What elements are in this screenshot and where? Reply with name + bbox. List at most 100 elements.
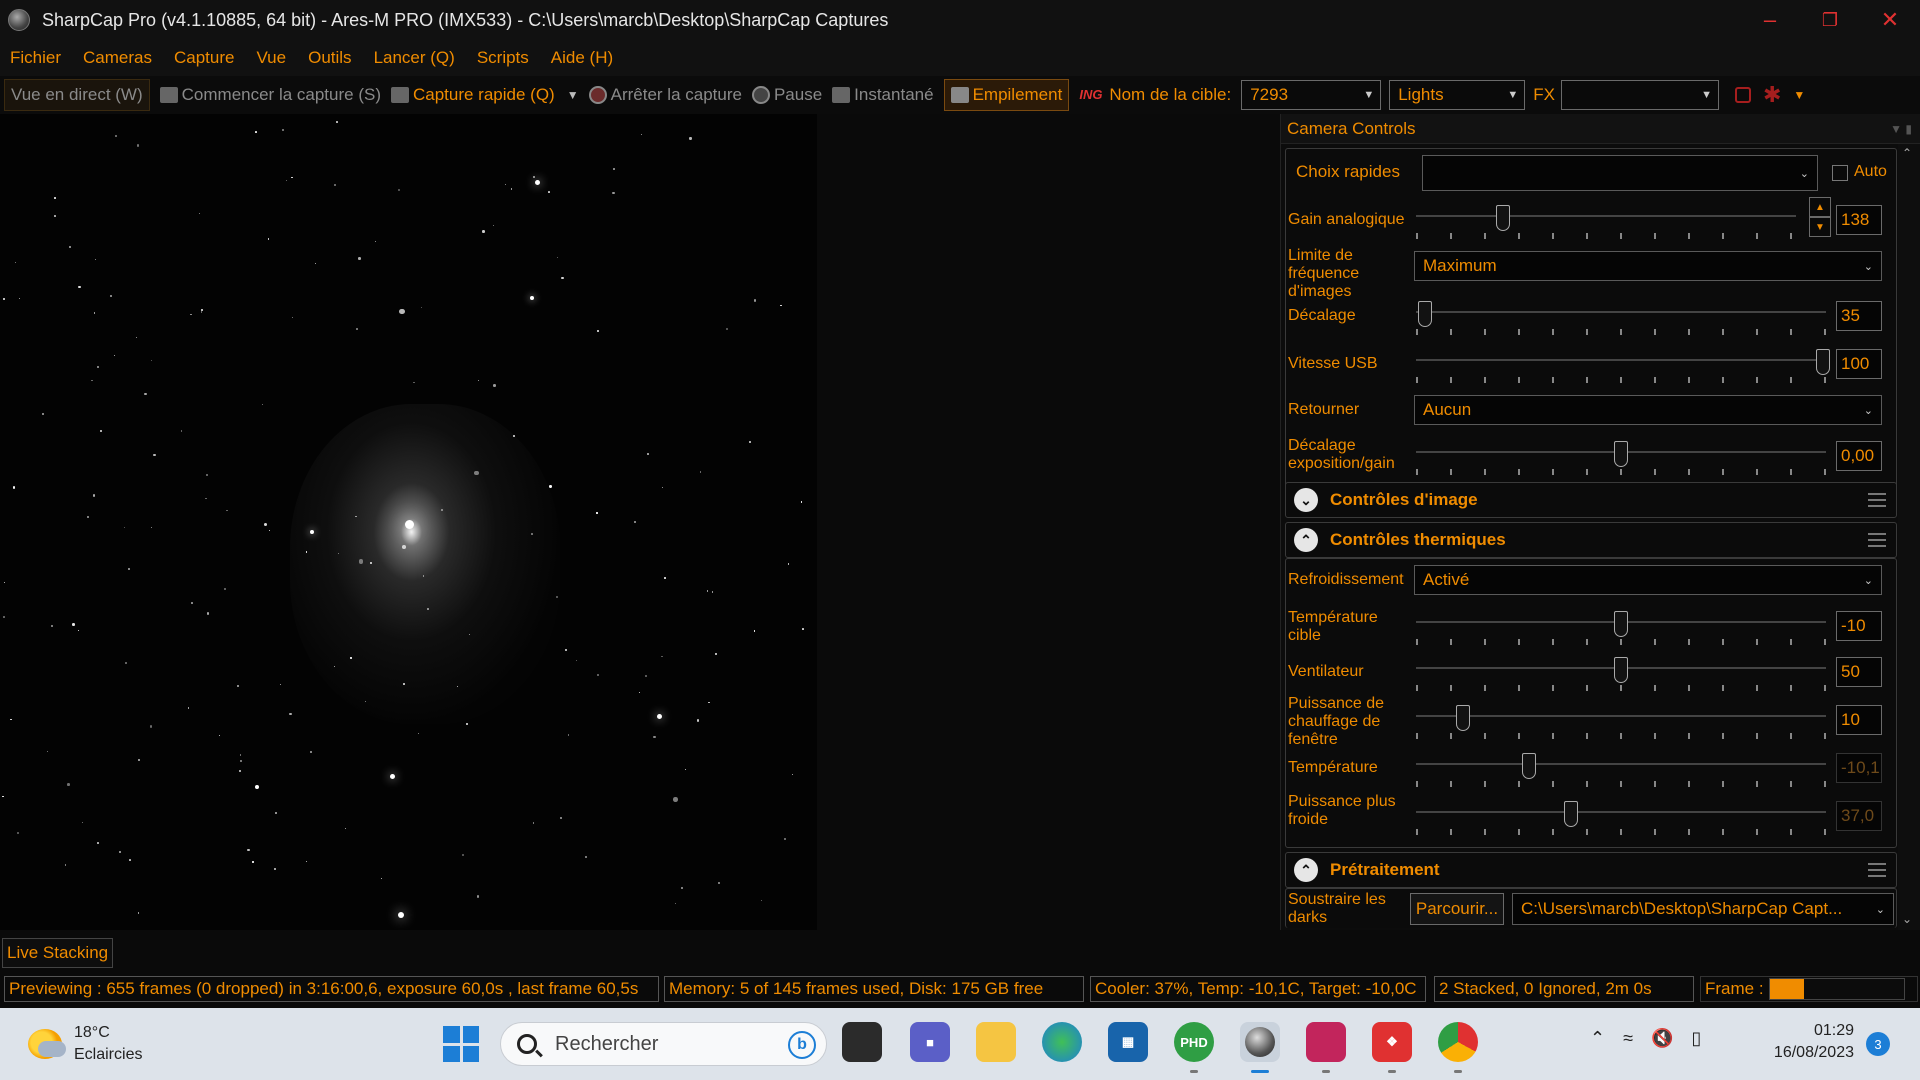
menu-capture[interactable]: Capture xyxy=(174,48,234,68)
pause-button[interactable]: Pause xyxy=(751,79,822,111)
darks-path-dropdown[interactable]: C:\Users\marcb\Desktop\SharpCap Capt... … xyxy=(1512,893,1894,925)
menu-scripts[interactable]: Scripts xyxy=(477,48,529,68)
thermal-controls-section-header[interactable]: ⌃ Contrôles thermiques xyxy=(1285,522,1897,558)
gain-slider-track[interactable] xyxy=(1416,215,1796,217)
quick-capture-button[interactable]: Capture rapide (Q) ▼ xyxy=(390,79,579,111)
stacking-button[interactable]: Empilement xyxy=(943,79,1070,111)
star xyxy=(149,725,153,728)
menu-lancer[interactable]: Lancer (Q) xyxy=(374,48,455,68)
minimize-button[interactable]: – xyxy=(1740,0,1800,40)
star xyxy=(91,379,93,382)
task-view-icon[interactable] xyxy=(842,1022,882,1062)
target-name-combo[interactable]: 7293 ▼ xyxy=(1241,80,1382,110)
phd2-guiding-icon[interactable]: PHD xyxy=(1174,1022,1214,1062)
record-icon[interactable] xyxy=(1734,87,1751,103)
speaker-muted-icon[interactable]: 🔇 xyxy=(1651,1028,1673,1049)
bing-icon[interactable]: b xyxy=(788,1031,816,1059)
live-stacking-tab[interactable]: Live Stacking xyxy=(2,938,114,968)
expand-icon[interactable]: ⌄ xyxy=(1294,488,1318,512)
target-temperature-value[interactable]: -10 xyxy=(1836,611,1882,641)
snapshot-button[interactable]: Instantané xyxy=(832,79,934,111)
chrome-browser-icon[interactable] xyxy=(1438,1022,1478,1062)
usb-speed-slider-track[interactable] xyxy=(1416,359,1826,361)
gain-decrement-button[interactable]: ▼ xyxy=(1809,217,1831,237)
microsoft-store-icon[interactable]: ▦ xyxy=(1108,1022,1148,1062)
windows-start-icon[interactable] xyxy=(443,1026,479,1062)
menu-fichier[interactable]: Fichier xyxy=(10,48,61,68)
restore-button[interactable]: ❐ xyxy=(1800,0,1860,40)
notification-badge[interactable]: 3 xyxy=(1866,1032,1890,1056)
gain-increment-button[interactable]: ▲ xyxy=(1809,197,1831,217)
battery-icon[interactable]: ▯ xyxy=(1691,1028,1701,1049)
frame-rate-limit-label: Limite de fréquence d'images xyxy=(1288,247,1360,300)
window-heater-value[interactable]: 10 xyxy=(1836,705,1882,735)
gain-slider-thumb[interactable] xyxy=(1496,205,1510,231)
cooling-dropdown[interactable]: Activé ⌄ xyxy=(1414,565,1882,595)
gain-value[interactable]: 138 xyxy=(1836,205,1882,235)
close-button[interactable]: ✕ xyxy=(1860,0,1920,40)
star xyxy=(254,785,259,790)
target-name-button[interactable]: ING Nom de la cible: xyxy=(1079,79,1231,111)
collapse-icon[interactable]: ⌃ xyxy=(1294,858,1318,882)
menu-aide[interactable]: Aide (H) xyxy=(551,48,613,68)
collapse-icon[interactable]: ⌃ xyxy=(1294,528,1318,552)
chevron-up-icon[interactable]: ⌃ xyxy=(1590,1028,1605,1049)
offset-value[interactable]: 35 xyxy=(1836,301,1882,331)
menu-icon[interactable] xyxy=(1868,863,1886,877)
live-view-button[interactable]: Vue en direct (W) xyxy=(4,79,150,111)
window-heater-slider-track[interactable] xyxy=(1416,715,1826,717)
menu-cameras[interactable]: Cameras xyxy=(83,48,152,68)
edge-browser-icon[interactable] xyxy=(1042,1022,1082,1062)
star xyxy=(633,520,636,523)
scroll-up-icon[interactable]: ⌃ xyxy=(1902,146,1912,160)
image-controls-section-header[interactable]: ⌄ Contrôles d'image xyxy=(1285,482,1897,518)
astro-app-icon[interactable] xyxy=(1306,1022,1346,1062)
menu-vue[interactable]: Vue xyxy=(256,48,286,68)
taskbar-clock[interactable]: 01:29 16/08/2023 xyxy=(1758,1020,1854,1064)
target-temperature-slider-thumb[interactable] xyxy=(1614,611,1628,637)
cross-icon[interactable]: ✱ xyxy=(1763,82,1781,108)
start-capture-button[interactable]: Commencer la capture (S) xyxy=(159,79,381,111)
sharpcap-taskbar-icon[interactable] xyxy=(1240,1022,1280,1062)
offset-slider-thumb[interactable] xyxy=(1418,301,1432,327)
fx-combo[interactable]: ▼ xyxy=(1560,80,1719,110)
frame-type-combo[interactable]: Lights ▼ xyxy=(1389,80,1526,110)
teams-chat-icon[interactable]: ■ xyxy=(910,1022,950,1062)
weather-widget[interactable]: 18°C Eclaircies xyxy=(28,1022,142,1066)
panel-scrollbar[interactable]: ⌃ ⌄ xyxy=(1898,144,1920,930)
taskbar-search[interactable]: Rechercher b xyxy=(500,1022,827,1066)
menu-outils[interactable]: Outils xyxy=(308,48,351,68)
target-name-label: Nom de la cible: xyxy=(1109,85,1232,104)
scroll-down-icon[interactable]: ⌄ xyxy=(1902,912,1912,926)
offset-slider-track[interactable] xyxy=(1416,311,1826,313)
star xyxy=(403,683,405,685)
usb-speed-slider-thumb[interactable] xyxy=(1816,349,1830,375)
chevron-down-icon[interactable]: ▼ xyxy=(567,88,579,102)
chevron-down-icon: ▼ xyxy=(1363,89,1375,101)
auto-label: Auto xyxy=(1854,163,1887,180)
file-explorer-icon[interactable] xyxy=(976,1022,1016,1062)
window-heater-slider-thumb[interactable] xyxy=(1456,705,1470,731)
menu-icon[interactable] xyxy=(1868,493,1886,507)
wifi-icon[interactable]: ≈ xyxy=(1623,1028,1633,1049)
star xyxy=(674,903,676,905)
usb-speed-value[interactable]: 100 xyxy=(1836,349,1882,379)
flip-dropdown[interactable]: Aucun ⌄ xyxy=(1414,395,1882,425)
panel-title: Camera Controls xyxy=(1287,118,1416,138)
quick-choices-dropdown[interactable]: ⌄ xyxy=(1422,155,1818,191)
star xyxy=(596,512,598,514)
pin-icon[interactable]: ▼ ▮ xyxy=(1890,122,1912,136)
auto-checkbox[interactable] xyxy=(1832,165,1848,181)
exposure-gain-offset-value[interactable]: 0,00 xyxy=(1836,441,1882,471)
stop-capture-button[interactable]: Arrêter la capture xyxy=(588,79,742,111)
frame-rate-limit-dropdown[interactable]: Maximum ⌄ xyxy=(1414,251,1882,281)
browse-button[interactable]: Parcourir... xyxy=(1410,893,1504,925)
exposure-gain-offset-slider-thumb[interactable] xyxy=(1614,441,1628,467)
menu-icon[interactable] xyxy=(1868,533,1886,547)
anydesk-icon[interactable]: ❖ xyxy=(1372,1022,1412,1062)
preprocessing-section-header[interactable]: ⌃ Prétraitement xyxy=(1285,852,1897,888)
chevron-down-icon[interactable]: ▼ xyxy=(1793,88,1805,102)
fan-slider-thumb[interactable] xyxy=(1614,657,1628,683)
camera-preview-image[interactable] xyxy=(0,114,817,930)
fan-value[interactable]: 50 xyxy=(1836,657,1882,687)
